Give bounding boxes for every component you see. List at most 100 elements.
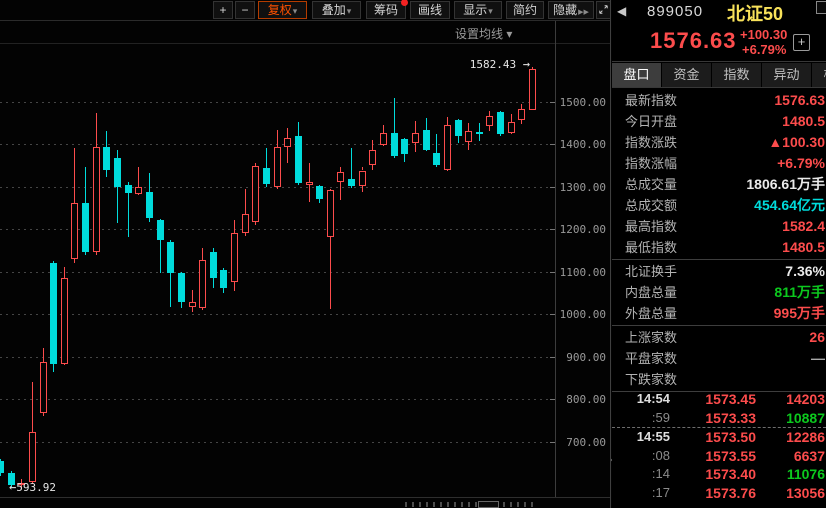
candle (114, 158, 121, 186)
candle-wick (458, 136, 459, 143)
stat-label-turnover-rate: 北证换手 (625, 261, 677, 282)
stat-label-total-volume: 总成交量 (625, 174, 677, 195)
stat-label-total-turnover: 总成交额 (625, 195, 677, 216)
tick-time: :17 (626, 484, 670, 503)
candle-wick (287, 128, 288, 138)
back-arrow-icon[interactable]: ◀ (617, 4, 626, 18)
tab-zijin[interactable]: 资金 (662, 63, 712, 87)
stock-code: 899050 (647, 3, 703, 20)
candle-wick (309, 185, 310, 202)
candle-wick (117, 187, 118, 224)
stat-value-total-volume: 1806.61万手 (746, 174, 825, 195)
tick-time: :08 (626, 447, 670, 466)
stat-value-today-open: 1480.5 (782, 111, 825, 132)
stat-label-advancers: 上涨家数 (625, 327, 677, 348)
stat-row-turnover-rate: 北证换手7.36% (612, 261, 826, 282)
candle-wick (192, 307, 193, 312)
candle (518, 109, 525, 120)
candlestick-chart[interactable]: 1500.001400.001300.001200.001100.001000.… (0, 0, 610, 508)
stat-label-today-open: 今日开盘 (625, 111, 677, 132)
stat-row-decliners: 下跌家数 (612, 369, 826, 390)
candle (199, 260, 206, 308)
stat-label-low-index: 最低指数 (625, 237, 677, 258)
y-axis-label: 800.00 (556, 393, 606, 406)
y-axis-label: 1400.00 (556, 138, 606, 151)
add-to-watchlist-button[interactable]: + (793, 34, 810, 51)
candle-wick (128, 193, 129, 237)
tick-list[interactable]: 14:541573.4514203:591573.331088714:55157… (612, 390, 826, 502)
candle-wick (511, 114, 512, 123)
candle (412, 133, 419, 143)
candle-wick (106, 131, 107, 148)
candle (157, 220, 164, 240)
candle-wick (245, 189, 246, 215)
candle (210, 252, 217, 279)
stat-label-index-pct: 指数涨幅 (625, 153, 677, 174)
low-price-label: 593.92 (16, 481, 56, 494)
candle-wick (106, 170, 107, 177)
candle (444, 125, 451, 170)
candle-wick (138, 194, 139, 195)
tick-row: :081573.556637 (612, 447, 826, 466)
candle (348, 179, 355, 185)
candle-wick (415, 143, 416, 152)
candle (103, 147, 110, 170)
candle (252, 166, 259, 221)
candle-wick (149, 218, 150, 222)
stat-row-high-index: 最高指数1582.4 (612, 216, 826, 237)
candle-wick (149, 173, 150, 191)
panel-splitter[interactable] (610, 0, 611, 508)
low-price-annotation: ←593.92 (9, 480, 56, 494)
gridline (0, 357, 555, 358)
candle (508, 122, 515, 132)
candle (476, 132, 483, 134)
candle-wick (64, 364, 65, 366)
stat-value-inner-volume: 811万手 (774, 282, 825, 303)
stat-row-latest-index: 最新指数1576.63 (612, 90, 826, 111)
candle-wick (96, 252, 97, 255)
y-axis-label: 1000.00 (556, 308, 606, 321)
candle-wick (479, 123, 480, 132)
stat-value-advancers: 26 (809, 327, 825, 348)
tab-bankuai[interactable]: 板块 (812, 63, 826, 87)
candle (29, 432, 36, 482)
tick-volume: 12286 (786, 428, 825, 447)
gridline (0, 102, 555, 103)
candle-wick (234, 282, 235, 291)
candle-wick (0, 473, 1, 476)
candle (486, 116, 493, 126)
candle (82, 203, 89, 252)
candle-wick (298, 183, 299, 184)
quote-header: ◀ 899050 北证50 1576.63 +100.30 +6.79% + (612, 0, 826, 62)
candle-wick (372, 165, 373, 171)
tab-zhishu[interactable]: 指数 (712, 63, 762, 87)
candle (167, 242, 174, 273)
stat-label-inner-volume: 内盘总量 (625, 282, 677, 303)
candle-wick (64, 267, 65, 278)
candle-wick (223, 288, 224, 293)
candle-wick (447, 170, 448, 171)
tick-row: :171573.7613056 (612, 484, 826, 503)
panel-tabs: 盘口资金指数异动板块 (612, 63, 826, 88)
candle-wick (351, 148, 352, 179)
tab-pankou[interactable]: 盘口 (612, 63, 662, 87)
tick-volume: 13056 (786, 484, 825, 503)
candle-wick (266, 184, 267, 187)
candle (125, 185, 132, 193)
candle (391, 133, 398, 156)
stat-row-inner-volume: 内盘总量 811万手 (612, 282, 826, 303)
candle-wick (426, 118, 427, 129)
tick-price: 1573.45 (694, 390, 756, 409)
high-price-annotation: 1582.43 → (444, 57, 530, 71)
candle-wick (309, 163, 310, 181)
candle-wick (319, 199, 320, 204)
section-divider (612, 325, 826, 326)
candle-wick (372, 140, 373, 150)
stat-label-decliners: 下跌家数 (625, 369, 677, 390)
candle (295, 136, 302, 183)
tab-yidong[interactable]: 异动 (762, 63, 812, 87)
candle (231, 233, 238, 281)
clipped-corner-button[interactable] (816, 1, 826, 14)
tick-volume: 10887 (786, 409, 825, 428)
candle-wick (43, 348, 44, 362)
